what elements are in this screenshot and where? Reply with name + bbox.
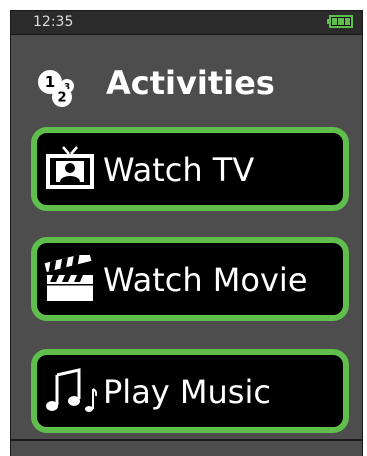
watch-movie-button[interactable]: Watch Movie <box>31 237 349 321</box>
status-time: 12:35 <box>33 14 74 30</box>
device-screen: 12:35 3 1 2 Activities Watch TV Watch Mo… <box>10 10 363 456</box>
watch-tv-button[interactable]: Watch TV <box>31 127 349 211</box>
music-notes-icon <box>46 368 97 412</box>
svg-text:2: 2 <box>57 91 66 106</box>
svg-text:1: 1 <box>45 73 55 91</box>
television-icon <box>46 146 94 189</box>
play-music-button[interactable]: Play Music <box>31 349 349 433</box>
play-music-label: Play Music <box>103 373 271 411</box>
status-bar: 12:35 <box>11 11 362 35</box>
battery-full-icon <box>327 15 353 28</box>
clapperboard-icon <box>44 255 93 301</box>
watch-movie-label: Watch Movie <box>103 261 308 299</box>
bottom-divider <box>11 439 362 441</box>
watch-tv-label: Watch TV <box>103 151 255 189</box>
numbered-circles-icon: 3 1 2 <box>38 70 74 107</box>
page-title: Activities <box>106 64 275 102</box>
